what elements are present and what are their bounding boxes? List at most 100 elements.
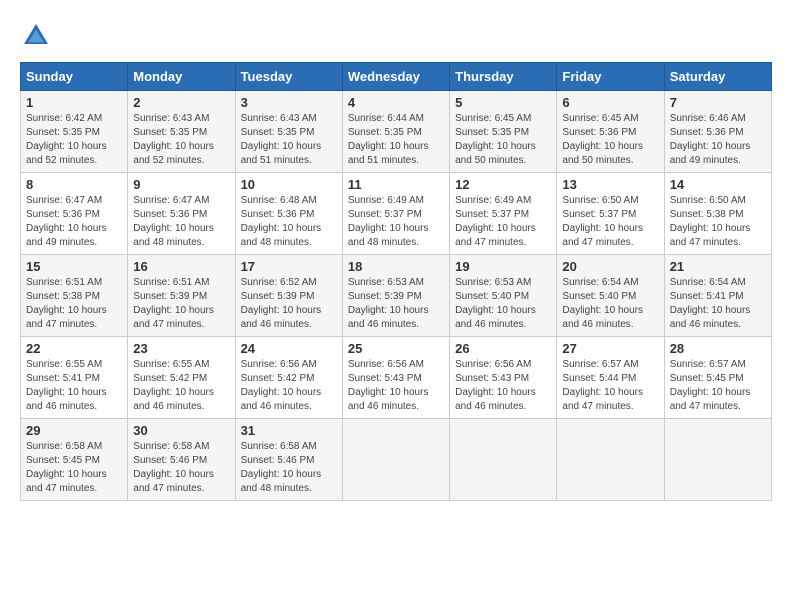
day-number: 2 <box>133 95 229 110</box>
day-cell: 1 Sunrise: 6:42 AMSunset: 5:35 PMDayligh… <box>21 91 128 173</box>
header-cell-tuesday: Tuesday <box>235 63 342 91</box>
week-row-5: 29 Sunrise: 6:58 AMSunset: 5:45 PMDaylig… <box>21 419 772 501</box>
day-cell: 12 Sunrise: 6:49 AMSunset: 5:37 PMDaylig… <box>450 173 557 255</box>
day-detail: Sunrise: 6:57 AMSunset: 5:44 PMDaylight:… <box>562 359 643 412</box>
day-detail: Sunrise: 6:57 AMSunset: 5:45 PMDaylight:… <box>670 359 751 412</box>
header-cell-wednesday: Wednesday <box>342 63 449 91</box>
day-cell: 29 Sunrise: 6:58 AMSunset: 5:45 PMDaylig… <box>21 419 128 501</box>
day-detail: Sunrise: 6:58 AMSunset: 5:45 PMDaylight:… <box>26 441 107 494</box>
day-cell: 20 Sunrise: 6:54 AMSunset: 5:40 PMDaylig… <box>557 255 664 337</box>
day-number: 25 <box>348 341 444 356</box>
logo <box>20 20 58 52</box>
day-number: 24 <box>241 341 337 356</box>
day-detail: Sunrise: 6:55 AMSunset: 5:41 PMDaylight:… <box>26 359 107 412</box>
day-number: 18 <box>348 259 444 274</box>
header-cell-saturday: Saturday <box>664 63 771 91</box>
day-number: 9 <box>133 177 229 192</box>
day-cell: 28 Sunrise: 6:57 AMSunset: 5:45 PMDaylig… <box>664 337 771 419</box>
day-cell: 10 Sunrise: 6:48 AMSunset: 5:36 PMDaylig… <box>235 173 342 255</box>
day-detail: Sunrise: 6:42 AMSunset: 5:35 PMDaylight:… <box>26 113 107 166</box>
day-cell: 15 Sunrise: 6:51 AMSunset: 5:38 PMDaylig… <box>21 255 128 337</box>
day-cell: 9 Sunrise: 6:47 AMSunset: 5:36 PMDayligh… <box>128 173 235 255</box>
day-cell: 19 Sunrise: 6:53 AMSunset: 5:40 PMDaylig… <box>450 255 557 337</box>
day-number: 3 <box>241 95 337 110</box>
day-cell: 23 Sunrise: 6:55 AMSunset: 5:42 PMDaylig… <box>128 337 235 419</box>
day-cell: 2 Sunrise: 6:43 AMSunset: 5:35 PMDayligh… <box>128 91 235 173</box>
day-detail: Sunrise: 6:47 AMSunset: 5:36 PMDaylight:… <box>133 195 214 248</box>
page-header <box>20 20 772 52</box>
day-detail: Sunrise: 6:47 AMSunset: 5:36 PMDaylight:… <box>26 195 107 248</box>
day-detail: Sunrise: 6:43 AMSunset: 5:35 PMDaylight:… <box>133 113 214 166</box>
week-row-1: 1 Sunrise: 6:42 AMSunset: 5:35 PMDayligh… <box>21 91 772 173</box>
day-detail: Sunrise: 6:56 AMSunset: 5:42 PMDaylight:… <box>241 359 322 412</box>
day-number: 4 <box>348 95 444 110</box>
day-cell: 7 Sunrise: 6:46 AMSunset: 5:36 PMDayligh… <box>664 91 771 173</box>
day-detail: Sunrise: 6:49 AMSunset: 5:37 PMDaylight:… <box>455 195 536 248</box>
day-cell: 22 Sunrise: 6:55 AMSunset: 5:41 PMDaylig… <box>21 337 128 419</box>
day-number: 15 <box>26 259 122 274</box>
header-row: SundayMondayTuesdayWednesdayThursdayFrid… <box>21 63 772 91</box>
calendar-header: SundayMondayTuesdayWednesdayThursdayFrid… <box>21 63 772 91</box>
day-number: 10 <box>241 177 337 192</box>
day-detail: Sunrise: 6:53 AMSunset: 5:39 PMDaylight:… <box>348 277 429 330</box>
day-detail: Sunrise: 6:50 AMSunset: 5:38 PMDaylight:… <box>670 195 751 248</box>
day-detail: Sunrise: 6:53 AMSunset: 5:40 PMDaylight:… <box>455 277 536 330</box>
day-cell: 27 Sunrise: 6:57 AMSunset: 5:44 PMDaylig… <box>557 337 664 419</box>
day-cell: 4 Sunrise: 6:44 AMSunset: 5:35 PMDayligh… <box>342 91 449 173</box>
day-cell: 6 Sunrise: 6:45 AMSunset: 5:36 PMDayligh… <box>557 91 664 173</box>
day-number: 31 <box>241 423 337 438</box>
header-cell-friday: Friday <box>557 63 664 91</box>
day-number: 27 <box>562 341 658 356</box>
day-number: 30 <box>133 423 229 438</box>
day-number: 26 <box>455 341 551 356</box>
day-detail: Sunrise: 6:45 AMSunset: 5:36 PMDaylight:… <box>562 113 643 166</box>
day-detail: Sunrise: 6:51 AMSunset: 5:39 PMDaylight:… <box>133 277 214 330</box>
day-detail: Sunrise: 6:49 AMSunset: 5:37 PMDaylight:… <box>348 195 429 248</box>
day-number: 23 <box>133 341 229 356</box>
day-cell: 8 Sunrise: 6:47 AMSunset: 5:36 PMDayligh… <box>21 173 128 255</box>
day-number: 21 <box>670 259 766 274</box>
day-detail: Sunrise: 6:56 AMSunset: 5:43 PMDaylight:… <box>348 359 429 412</box>
day-number: 11 <box>348 177 444 192</box>
day-detail: Sunrise: 6:51 AMSunset: 5:38 PMDaylight:… <box>26 277 107 330</box>
header-cell-thursday: Thursday <box>450 63 557 91</box>
day-cell: 14 Sunrise: 6:50 AMSunset: 5:38 PMDaylig… <box>664 173 771 255</box>
day-number: 7 <box>670 95 766 110</box>
day-number: 22 <box>26 341 122 356</box>
day-cell: 17 Sunrise: 6:52 AMSunset: 5:39 PMDaylig… <box>235 255 342 337</box>
day-cell <box>342 419 449 501</box>
day-cell: 11 Sunrise: 6:49 AMSunset: 5:37 PMDaylig… <box>342 173 449 255</box>
day-detail: Sunrise: 6:43 AMSunset: 5:35 PMDaylight:… <box>241 113 322 166</box>
calendar-table: SundayMondayTuesdayWednesdayThursdayFrid… <box>20 62 772 501</box>
day-detail: Sunrise: 6:54 AMSunset: 5:41 PMDaylight:… <box>670 277 751 330</box>
day-number: 16 <box>133 259 229 274</box>
day-number: 17 <box>241 259 337 274</box>
day-cell <box>450 419 557 501</box>
day-cell: 13 Sunrise: 6:50 AMSunset: 5:37 PMDaylig… <box>557 173 664 255</box>
day-number: 14 <box>670 177 766 192</box>
week-row-2: 8 Sunrise: 6:47 AMSunset: 5:36 PMDayligh… <box>21 173 772 255</box>
header-cell-monday: Monday <box>128 63 235 91</box>
week-row-3: 15 Sunrise: 6:51 AMSunset: 5:38 PMDaylig… <box>21 255 772 337</box>
day-detail: Sunrise: 6:48 AMSunset: 5:36 PMDaylight:… <box>241 195 322 248</box>
day-detail: Sunrise: 6:45 AMSunset: 5:35 PMDaylight:… <box>455 113 536 166</box>
day-detail: Sunrise: 6:44 AMSunset: 5:35 PMDaylight:… <box>348 113 429 166</box>
day-cell: 3 Sunrise: 6:43 AMSunset: 5:35 PMDayligh… <box>235 91 342 173</box>
day-detail: Sunrise: 6:58 AMSunset: 5:46 PMDaylight:… <box>133 441 214 494</box>
logo-icon <box>20 20 52 52</box>
day-cell: 18 Sunrise: 6:53 AMSunset: 5:39 PMDaylig… <box>342 255 449 337</box>
day-detail: Sunrise: 6:55 AMSunset: 5:42 PMDaylight:… <box>133 359 214 412</box>
day-number: 5 <box>455 95 551 110</box>
day-cell: 16 Sunrise: 6:51 AMSunset: 5:39 PMDaylig… <box>128 255 235 337</box>
week-row-4: 22 Sunrise: 6:55 AMSunset: 5:41 PMDaylig… <box>21 337 772 419</box>
day-detail: Sunrise: 6:56 AMSunset: 5:43 PMDaylight:… <box>455 359 536 412</box>
day-number: 29 <box>26 423 122 438</box>
day-cell: 24 Sunrise: 6:56 AMSunset: 5:42 PMDaylig… <box>235 337 342 419</box>
day-number: 13 <box>562 177 658 192</box>
day-detail: Sunrise: 6:54 AMSunset: 5:40 PMDaylight:… <box>562 277 643 330</box>
day-number: 6 <box>562 95 658 110</box>
day-detail: Sunrise: 6:46 AMSunset: 5:36 PMDaylight:… <box>670 113 751 166</box>
day-number: 19 <box>455 259 551 274</box>
day-number: 28 <box>670 341 766 356</box>
day-number: 20 <box>562 259 658 274</box>
